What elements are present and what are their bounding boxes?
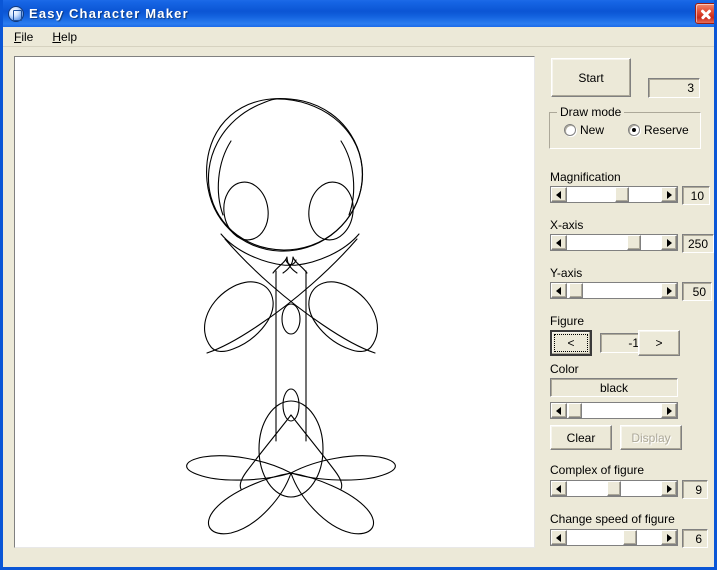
application-window: Easy Character Maker File Help Start 3 D… [0,0,717,570]
draw-mode-group: Draw mode New Reserve [549,105,701,149]
menu-item-help[interactable]: Help [44,28,85,46]
x-axis-value: 250 [682,234,714,253]
magnification-slider-thumb[interactable] [615,187,629,202]
complex-slider-left-arrow-icon[interactable] [551,481,567,496]
magnification-slider-right-arrow-icon[interactable] [661,187,677,202]
figure-prev-button[interactable]: < [550,330,592,356]
menu-bar: File Help [3,27,714,47]
y-axis-slider[interactable] [550,282,678,299]
radio-draw-mode-new[interactable]: New [564,123,604,137]
color-slider-left-arrow-icon[interactable] [551,403,567,418]
color-slider-right-arrow-icon[interactable] [661,403,677,418]
radio-draw-mode-reserve[interactable]: Reserve [628,123,689,137]
y-axis-label: Y-axis [550,266,583,280]
change-speed-slider-thumb[interactable] [623,530,637,545]
app-globe-icon [8,5,24,22]
y-axis-slider-right-arrow-icon[interactable] [661,283,677,298]
magnification-value: 10 [682,186,710,205]
clear-button[interactable]: Clear [550,425,612,450]
menu-item-file-label: ile [21,29,34,44]
color-slider-track[interactable] [567,403,661,418]
radio-dot-new [564,124,576,136]
figure-prev-focus-rect [554,334,588,352]
character-figure [186,98,396,535]
magnification-slider[interactable] [550,186,678,203]
window-title: Easy Character Maker [29,6,189,21]
color-slider-thumb[interactable] [568,403,582,418]
iteration-counter: 3 [648,78,700,98]
x-axis-label: X-axis [550,218,584,232]
x-axis-slider-right-arrow-icon[interactable] [661,235,677,250]
display-button: Display [620,425,682,450]
y-axis-slider-thumb[interactable] [569,283,583,298]
change-speed-slider-left-arrow-icon[interactable] [551,530,567,545]
start-button[interactable]: Start [551,58,631,97]
radio-dot-reserve [628,124,640,136]
change-speed-of-figure-slider[interactable] [550,529,678,546]
y-axis-value: 50 [682,282,712,301]
complex-slider-right-arrow-icon[interactable] [661,481,677,496]
magnification-slider-track[interactable] [567,187,661,202]
figure-label: Figure [550,314,585,328]
draw-mode-title: Draw mode [557,105,625,119]
color-label: Color [550,362,579,376]
x-axis-slider-track[interactable] [567,235,661,250]
complex-of-figure-label: Complex of figure [550,463,645,477]
complex-of-figure-slider[interactable] [550,480,678,497]
radio-label-reserve: Reserve [644,123,689,137]
change-speed-of-figure-value: 6 [682,529,708,548]
color-slider[interactable] [550,402,678,419]
close-icon[interactable] [695,3,714,24]
y-axis-slider-track[interactable] [567,283,661,298]
x-axis-slider-thumb[interactable] [627,235,641,250]
change-speed-slider-right-arrow-icon[interactable] [661,530,677,545]
complex-slider-thumb[interactable] [607,481,621,496]
magnification-label: Magnification [550,170,621,184]
drawing-canvas[interactable] [14,56,535,548]
controls-panel: Start 3 Draw mode New Reserve Magnificat… [543,50,714,560]
y-axis-slider-left-arrow-icon[interactable] [551,283,567,298]
window-controls [695,3,714,24]
menu-item-file[interactable]: File [6,28,41,46]
x-axis-slider-left-arrow-icon[interactable] [551,235,567,250]
title-bar: Easy Character Maker [3,0,714,27]
radio-label-new: New [580,123,605,137]
x-axis-slider[interactable] [550,234,678,251]
figure-next-button[interactable]: > [638,330,680,356]
color-value: black [550,378,678,397]
menu-item-help-label: elp [61,29,78,44]
change-speed-slider-track[interactable] [567,530,661,545]
complex-slider-track[interactable] [567,481,661,496]
magnification-slider-left-arrow-icon[interactable] [551,187,567,202]
change-speed-of-figure-label: Change speed of figure [550,512,675,526]
complex-of-figure-value: 9 [682,480,708,499]
